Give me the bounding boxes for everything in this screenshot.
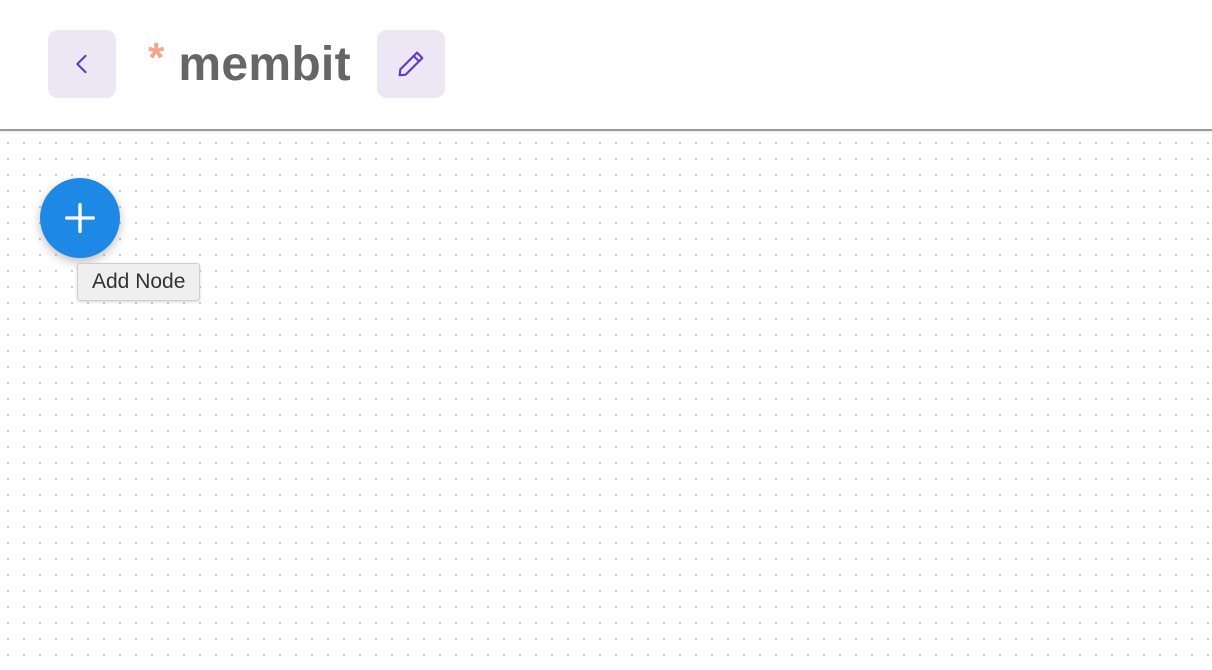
- app-window: * membit Add Node: [0, 0, 1212, 670]
- add-node-button[interactable]: [40, 178, 120, 258]
- title-area: * membit: [148, 30, 351, 98]
- add-node-tooltip: Add Node: [77, 263, 201, 301]
- back-button[interactable]: [48, 30, 116, 98]
- pencil-icon: [398, 51, 424, 77]
- node-canvas[interactable]: [0, 131, 1212, 670]
- top-bar: * membit: [0, 0, 1212, 131]
- edit-title-button[interactable]: [377, 30, 445, 98]
- page-title: membit: [178, 37, 351, 91]
- plus-icon: [65, 203, 96, 233]
- unsaved-indicator: *: [148, 34, 165, 81]
- chevron-left-icon: [76, 54, 87, 74]
